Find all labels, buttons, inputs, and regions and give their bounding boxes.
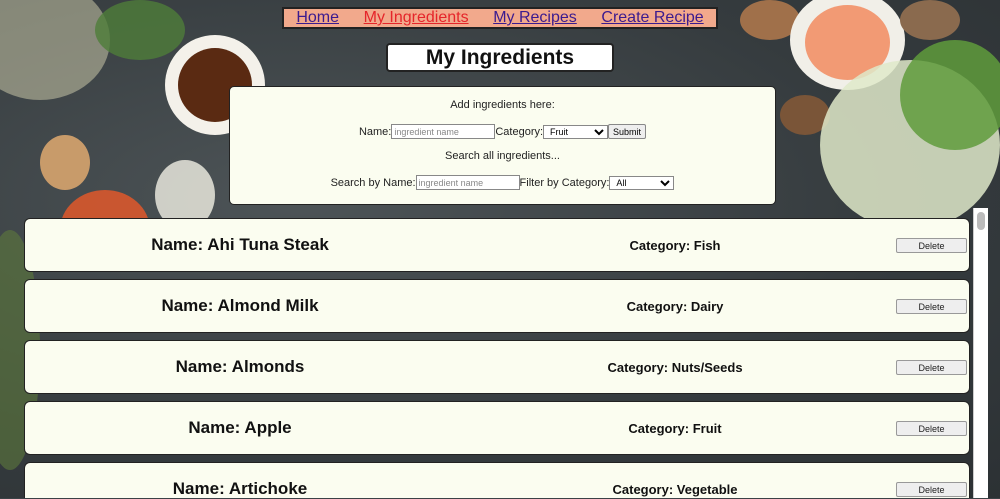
- search-heading-row: Search all ingredients...: [230, 150, 775, 162]
- page-scrollbar[interactable]: [973, 208, 988, 498]
- ingredient-name: Name: Artichoke: [172, 479, 308, 498]
- filter-label: Filter by Category:: [519, 176, 610, 189]
- search-heading: Search all ingredients...: [445, 150, 560, 162]
- delete-button[interactable]: Delete: [896, 482, 967, 497]
- ingredient-name: Name: Almonds: [175, 357, 305, 376]
- ingredient-card: Name: Apple Category: Fruit Delete: [24, 401, 970, 455]
- add-heading-row: Add ingredients here:: [230, 99, 775, 111]
- nav-create-recipe-link[interactable]: Create Recipe: [601, 9, 703, 27]
- ingredient-category: Category: Vegetable: [612, 482, 738, 497]
- search-input[interactable]: [415, 175, 520, 190]
- filter-category-select[interactable]: All: [609, 175, 675, 190]
- add-ingredient-row: Name: Category: Fruit Submit: [230, 124, 775, 139]
- ingredient-category: Category: Fruit: [628, 421, 722, 436]
- ingredient-name-input[interactable]: [391, 124, 496, 139]
- ingredient-category: Category: Dairy: [626, 299, 724, 314]
- category-select[interactable]: Fruit: [543, 124, 609, 139]
- ingredient-name: Name: Apple: [188, 418, 292, 437]
- submit-button[interactable]: Submit: [608, 124, 647, 139]
- ingredient-card: Name: Artichoke Category: Vegetable Dele…: [24, 462, 970, 498]
- ingredient-name: Name: Ahi Tuna Steak: [151, 235, 329, 254]
- add-heading: Add ingredients here:: [450, 99, 555, 111]
- ingredient-form-panel: Add ingredients here: Name: Category: Fr…: [229, 86, 776, 205]
- category-label: Category:: [495, 125, 544, 138]
- nav-home-link[interactable]: Home: [296, 9, 339, 27]
- scrollbar-thumb[interactable]: [977, 212, 985, 230]
- main-nav: Home My Ingredients My Recipes Create Re…: [282, 7, 718, 29]
- ingredient-name: Name: Almond Milk: [161, 296, 319, 315]
- ingredient-category: Category: Fish: [629, 238, 721, 253]
- delete-button[interactable]: Delete: [896, 421, 967, 436]
- ingredient-card: Name: Almond Milk Category: Dairy Delete: [24, 279, 970, 333]
- delete-button[interactable]: Delete: [896, 360, 967, 375]
- page-title: My Ingredients: [386, 43, 614, 72]
- ingredient-card: Name: Almonds Category: Nuts/Seeds Delet…: [24, 340, 970, 394]
- ingredient-category: Category: Nuts/Seeds: [607, 360, 743, 375]
- delete-button[interactable]: Delete: [896, 299, 967, 314]
- ingredient-card: Name: Ahi Tuna Steak Category: Fish Dele…: [24, 218, 970, 272]
- delete-button[interactable]: Delete: [896, 238, 967, 253]
- search-row: Search by Name: Filter by Category: All: [230, 175, 775, 190]
- nav-my-ingredients-link[interactable]: My Ingredients: [364, 9, 469, 27]
- name-label: Name:: [358, 125, 392, 138]
- nav-my-recipes-link[interactable]: My Recipes: [493, 9, 577, 27]
- search-label: Search by Name:: [330, 176, 416, 189]
